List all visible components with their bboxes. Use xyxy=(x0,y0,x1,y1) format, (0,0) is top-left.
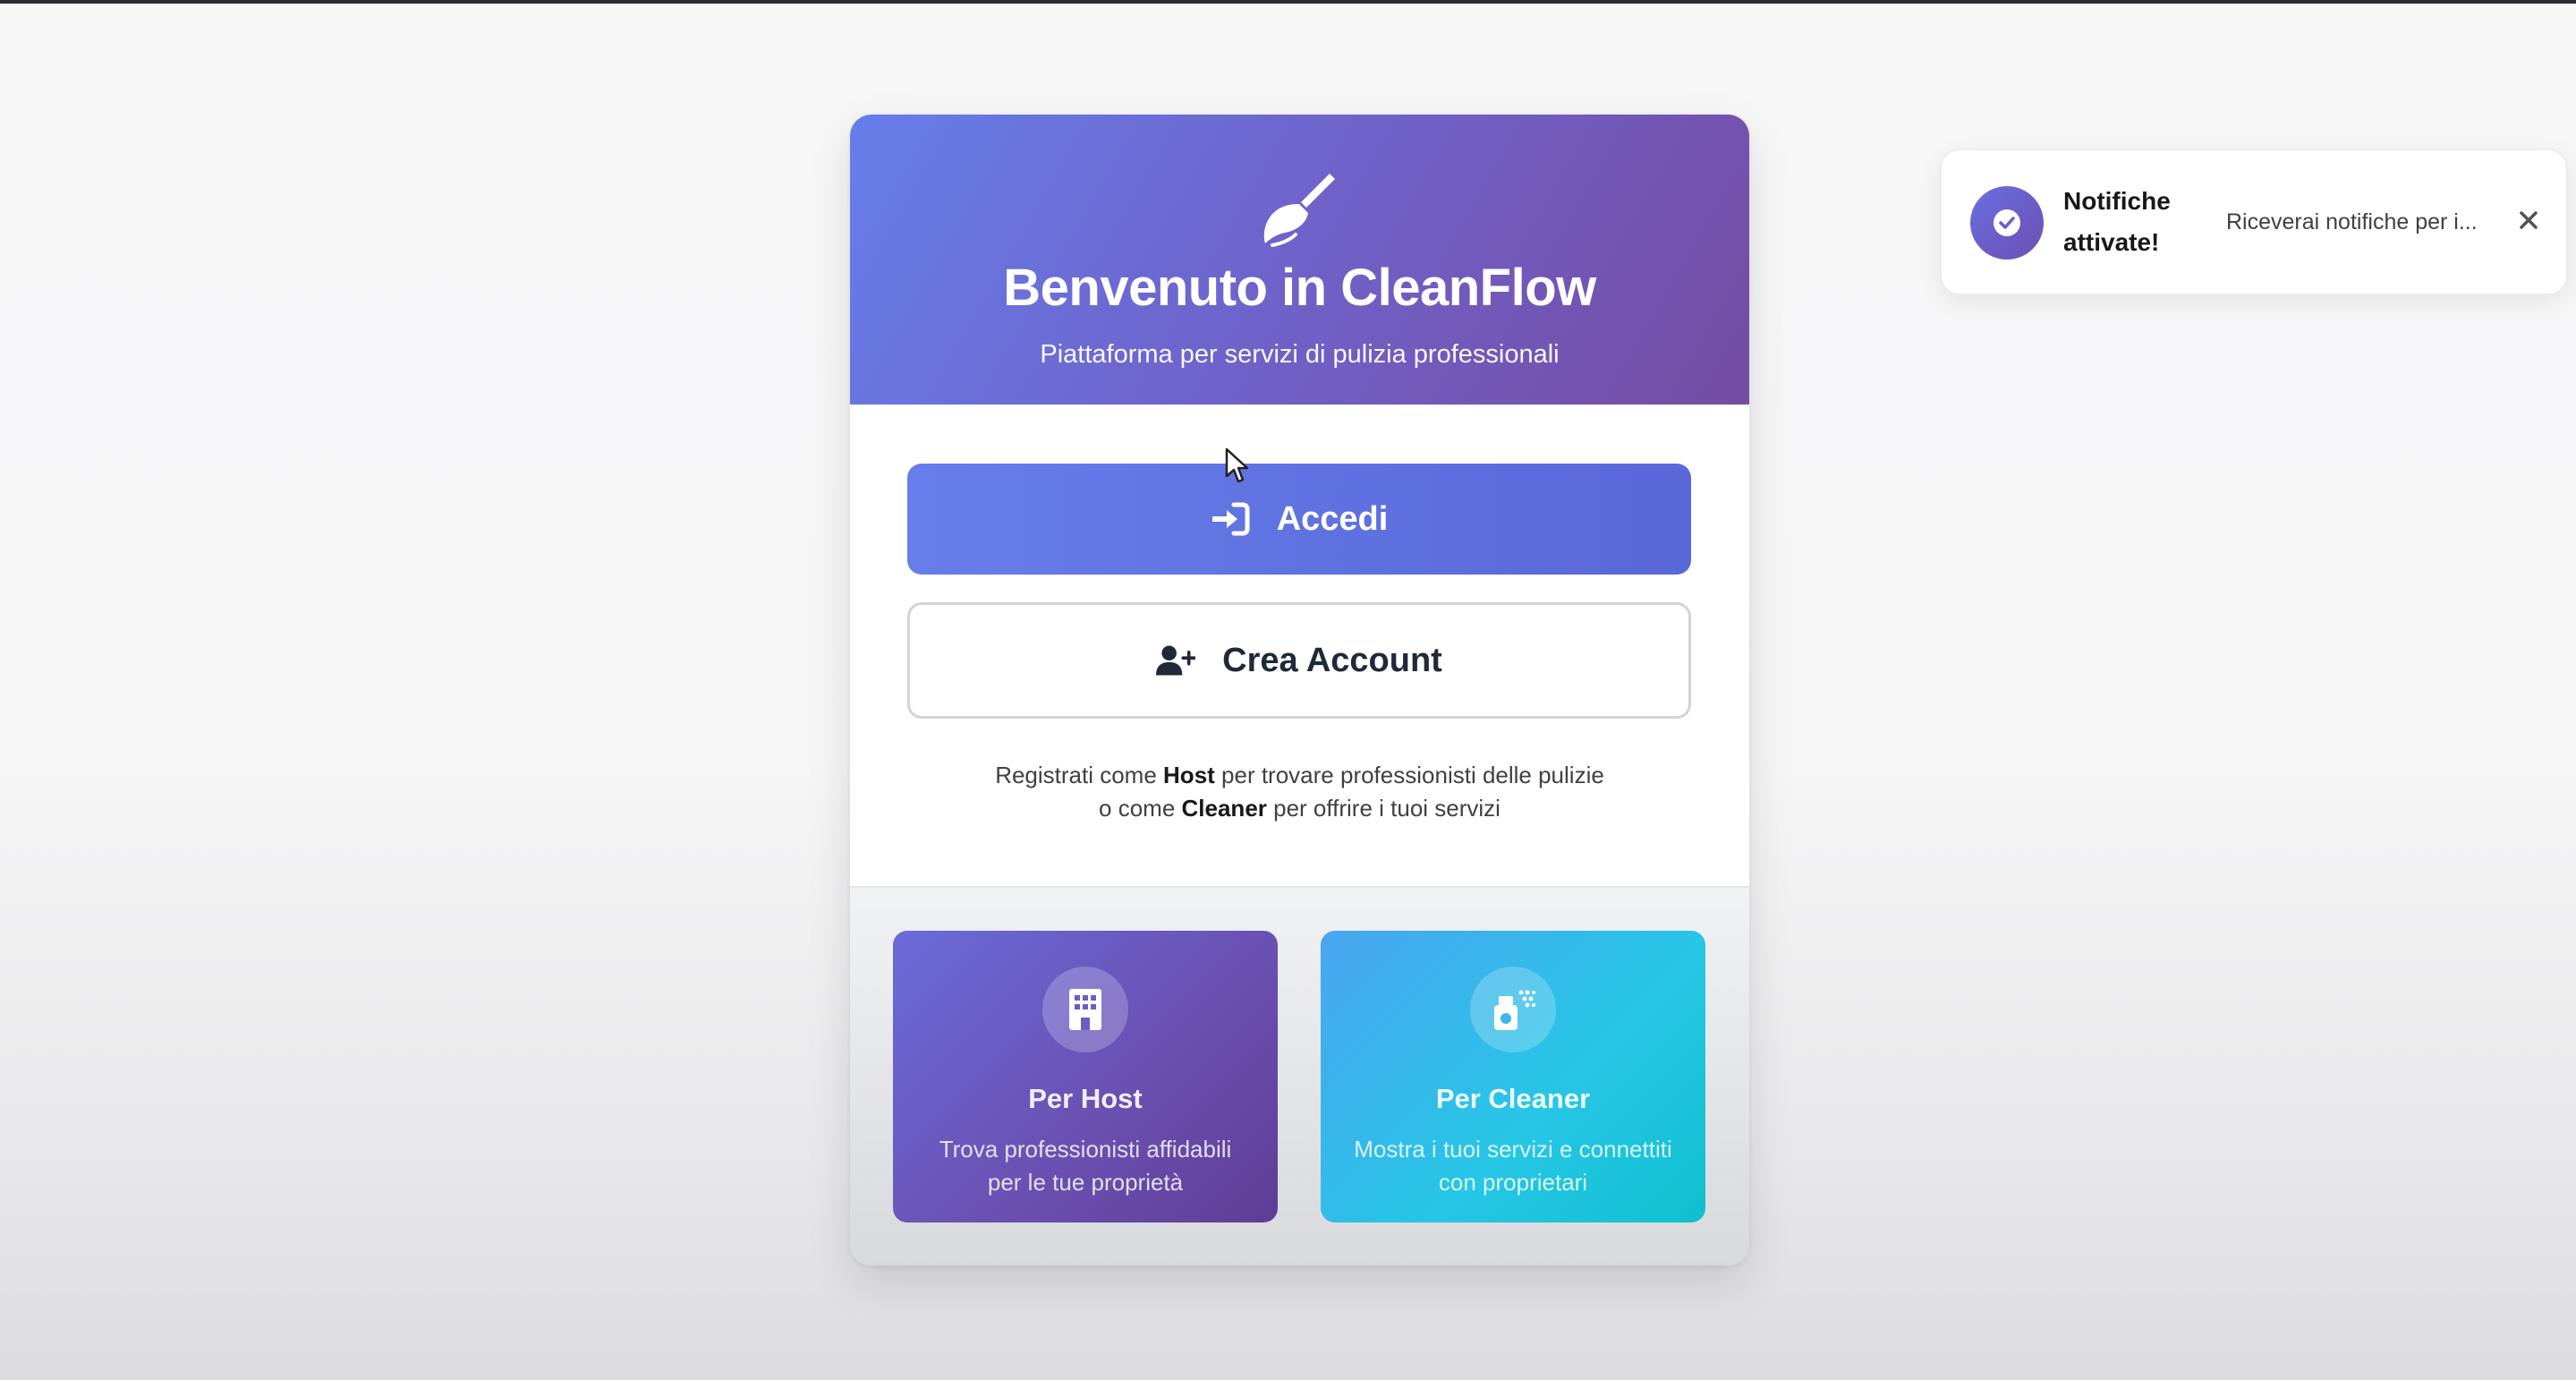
toast-title: Notifiche attivate! xyxy=(2063,187,2171,256)
create-account-button-label: Crea Account xyxy=(1222,641,1442,679)
close-icon xyxy=(2520,211,2538,229)
page-title: Benvenuto in CleanFlow xyxy=(1003,259,1596,317)
page-subtitle: Piattaforma per servizi di pulizia profe… xyxy=(1040,340,1560,369)
feature-description: Mostra i tuoi servizi e connettiti con p… xyxy=(1354,1136,1672,1196)
features-section: Per Host Trova professionisti affidabili… xyxy=(850,886,1749,1265)
toast-status xyxy=(1970,186,2044,260)
feature-title: Per Cleaner xyxy=(1435,1083,1591,1114)
feature-badge xyxy=(1042,967,1128,1052)
feature-badge xyxy=(1470,967,1556,1052)
feature-card-cleaner: Per Cleaner Mostra i tuoi servizi e conn… xyxy=(1321,931,1705,1222)
login-button-label: Accedi xyxy=(1276,499,1389,538)
feature-title: Per Host xyxy=(1028,1083,1143,1114)
login-button[interactable]: Accedi xyxy=(907,464,1691,575)
notification-toast: Notifiche attivate! Riceverai notifiche … xyxy=(1940,149,2568,295)
sign-in-icon xyxy=(1211,502,1250,536)
feature-description: Trova professionisti affidabili per le t… xyxy=(939,1136,1232,1196)
feature-card-host: Per Host Trova professionisti affidabili… xyxy=(893,931,1278,1222)
welcome-card: Benvenuto in CleanFlow Piattaforma per s… xyxy=(850,115,1749,1265)
check-circle-icon xyxy=(1994,209,2020,236)
host-highlight: Host xyxy=(1163,762,1215,788)
spray-bottle-icon xyxy=(1494,990,1535,1030)
user-plus-icon xyxy=(1156,645,1196,676)
cleaner-highlight: Cleaner xyxy=(1181,795,1267,822)
window-top-edge xyxy=(0,0,2576,4)
building-icon xyxy=(1069,989,1101,1030)
create-account-button[interactable]: Crea Account xyxy=(907,602,1691,719)
card-header: Benvenuto in CleanFlow Piattaforma per s… xyxy=(850,115,1749,405)
info-line-1: Registrati come Host per trovare profess… xyxy=(995,762,1604,788)
registration-info: Registrati come Host per trovare profess… xyxy=(850,759,1749,825)
toast-message: Riceverai notifiche per i... xyxy=(2226,209,2478,234)
toast-close-button[interactable] xyxy=(2511,202,2546,238)
mouse-cursor-icon xyxy=(1225,447,1249,483)
info-line-2: o come Cleaner per offrire i tuoi serviz… xyxy=(1099,795,1501,822)
broom-icon xyxy=(1263,174,1335,247)
